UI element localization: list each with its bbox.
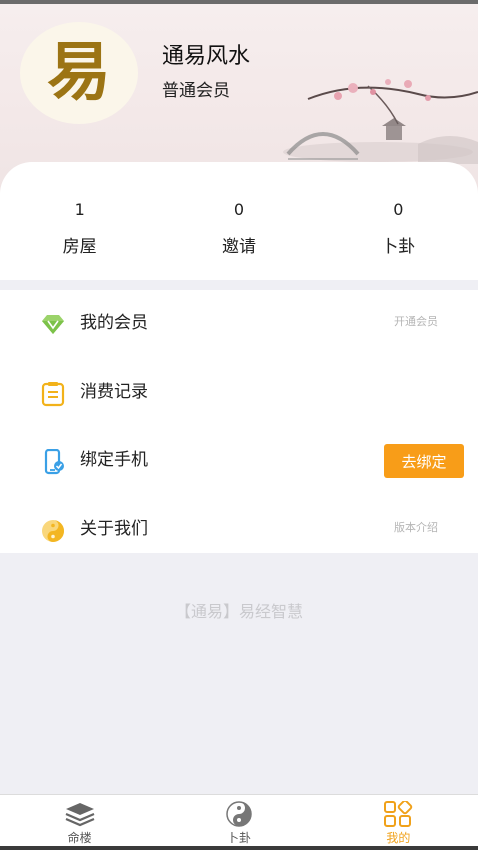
phone-icon [44,449,64,475]
bind-phone-button[interactable]: 去绑定 [384,444,464,478]
menu-list: 我的会员 开通会员 消费记录 绑定手机 关于我们 版本介绍 去绑定 [0,290,478,553]
menu-label: 我的会员 [80,313,148,333]
menu-item-membership[interactable]: 我的会员 开通会员 [0,290,478,359]
tab-divination[interactable]: 卜卦 [159,795,318,850]
avatar[interactable]: 易 [20,22,138,124]
grid-icon [384,801,413,827]
tab-label: 我的 [386,831,411,845]
stat-value: 1 [74,200,85,219]
avatar-logo-char: 易 [47,35,111,110]
stat-value: 0 [393,200,404,219]
menu-label: 消费记录 [80,381,148,402]
stat-divinations[interactable]: 0 卜卦 [319,162,478,280]
tab-mine[interactable]: 我的 [319,795,478,850]
tab-bar: 命楼 卜卦 我的 [0,794,478,850]
layers-icon [65,803,95,827]
stats-card: 1 房屋 0 邀请 0 卜卦 [0,162,478,280]
tab-label: 卜卦 [226,831,251,845]
diamond-icon [42,315,64,334]
stat-value: 0 [233,200,245,219]
tab-minglou[interactable]: 命楼 [0,795,159,850]
stat-label: 卜卦 [381,237,416,257]
stat-houses[interactable]: 1 房屋 [0,162,159,280]
stat-label: 邀请 [221,237,256,257]
yin-yang-icon [226,801,252,827]
stat-invites[interactable]: 0 邀请 [159,162,318,280]
home-indicator [0,846,478,850]
yin-yang-icon [42,519,64,542]
stat-label: 房屋 [62,237,97,257]
slogan: 【通易】易经智慧 [174,602,303,621]
menu-item-about[interactable]: 关于我们 版本介绍 [0,496,478,565]
menu-label: 关于我们 [80,518,148,539]
clipboard-icon [41,381,65,406]
tab-label: 命楼 [67,831,92,845]
member-level: 普通会员 [162,81,230,101]
menu-label: 绑定手机 [80,450,148,470]
user-name: 通易风水 [162,44,251,69]
version-info-link[interactable]: 版本介绍 [394,519,438,535]
open-membership-link[interactable]: 开通会员 [394,313,438,329]
menu-item-records[interactable]: 消费记录 [0,359,478,428]
